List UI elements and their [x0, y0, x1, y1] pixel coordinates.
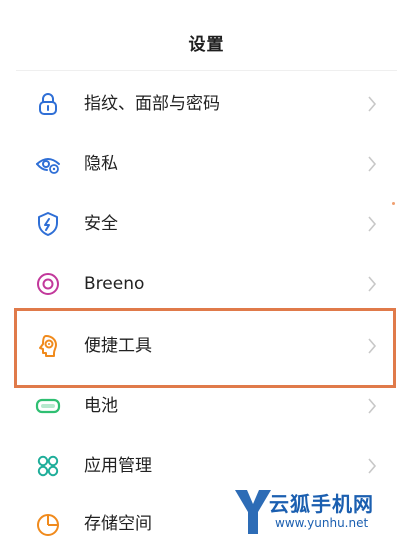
settings-item-label: 存储空间 — [84, 514, 152, 534]
battery-icon — [34, 392, 62, 420]
watermark-site-name: 云狐手机网 — [269, 492, 374, 516]
breeno-icon — [34, 270, 62, 298]
settings-item-label: 安全 — [84, 214, 118, 234]
settings-screen: 设置 指纹、面部与密码 隐私 安全 Breeno 便捷工具 电池 应用管理 存储… — [0, 0, 413, 548]
settings-item-security[interactable]: 安全 — [0, 194, 413, 254]
settings-item-fingerprint-face-password[interactable]: 指纹、面部与密码 — [0, 74, 413, 134]
settings-item-label: 隐私 — [84, 154, 118, 174]
settings-item-label: Breeno — [84, 274, 145, 294]
convenience-tools-icon — [34, 332, 62, 360]
watermark-logo: Y — [233, 484, 273, 540]
settings-item-label: 应用管理 — [84, 456, 152, 476]
chevron-right-icon — [364, 395, 380, 417]
app-management-icon — [34, 452, 62, 480]
header: 设置 — [0, 0, 413, 72]
header-divider — [16, 70, 397, 71]
watermark-url: www.yunhu.net — [275, 516, 369, 530]
chevron-right-icon — [364, 273, 380, 295]
settings-item-label: 便捷工具 — [84, 336, 152, 356]
settings-item-label: 指纹、面部与密码 — [84, 94, 220, 114]
chevron-right-icon — [364, 93, 380, 115]
decorative-dot — [392, 202, 395, 205]
settings-item-battery[interactable]: 电池 — [0, 376, 413, 436]
storage-pie-icon — [34, 510, 62, 538]
watermark: Y 云狐手机网 www.yunhu.net — [233, 484, 409, 544]
chevron-right-icon — [364, 455, 380, 477]
settings-item-breeno[interactable]: Breeno — [0, 254, 413, 314]
chevron-right-icon — [364, 153, 380, 175]
settings-item-privacy[interactable]: 隐私 — [0, 134, 413, 194]
settings-item-convenience-tools[interactable]: 便捷工具 — [0, 316, 413, 376]
chevron-right-icon — [364, 335, 380, 357]
shield-icon — [34, 210, 62, 238]
settings-item-label: 电池 — [84, 396, 118, 416]
lock-icon — [34, 90, 62, 118]
page-title: 设置 — [188, 35, 225, 55]
privacy-eye-icon — [34, 150, 62, 178]
chevron-right-icon — [364, 213, 380, 235]
